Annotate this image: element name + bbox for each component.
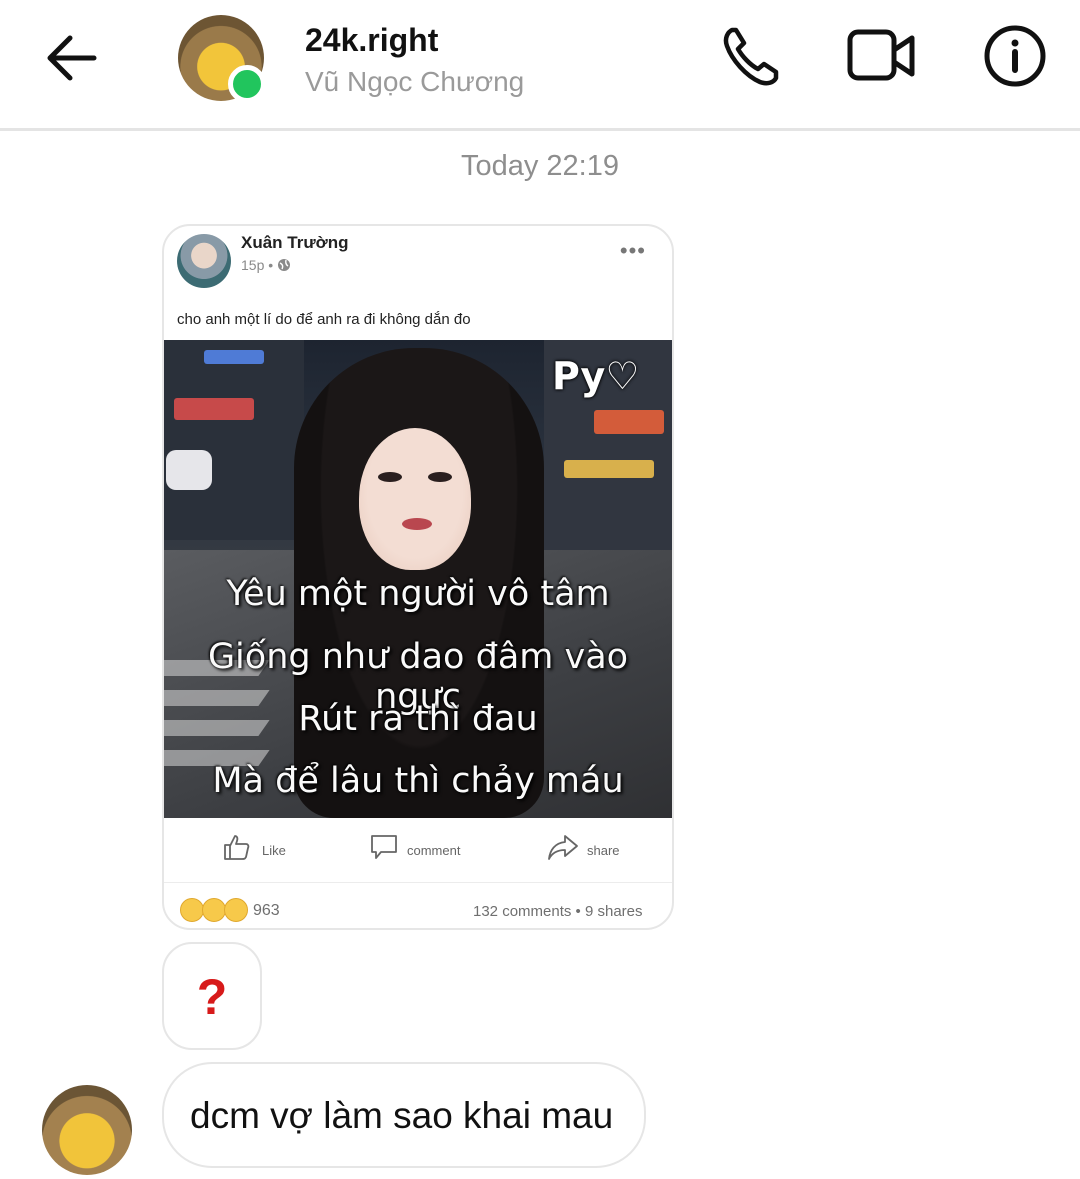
image-text-line: Rút ra thì đau (298, 699, 538, 739)
sad-reaction-icon (224, 898, 248, 922)
contact-full-name: Vũ Ngọc Chương (305, 66, 525, 97)
message-bubble[interactable]: dcm vợ làm sao khai mau (162, 1062, 646, 1168)
chat-header: 24k.right Vũ Ngọc Chương (0, 0, 1080, 131)
phone-icon (723, 27, 779, 86)
reaction-count[interactable]: 963 (253, 902, 280, 920)
share-arrow-icon (548, 835, 578, 860)
post-photo: Py♡ Yêu một người vô tâm Giống như dao đ… (164, 340, 672, 818)
portrait-face (359, 428, 471, 570)
post-stats: 963 132 comments • 9 shares (164, 896, 672, 926)
parked-car (166, 450, 212, 490)
laugh-reaction-icon (180, 898, 204, 922)
wow-reaction-icon (202, 898, 226, 922)
building (164, 340, 304, 540)
post-time-text: 15p (241, 257, 265, 273)
more-options-icon[interactable]: ••• (620, 238, 646, 264)
video-call-button[interactable] (846, 22, 918, 90)
back-button[interactable] (40, 30, 102, 86)
chat-timestamp: Today 22:19 (460, 150, 619, 182)
back-arrow-icon (47, 35, 97, 81)
share-label: share (587, 843, 620, 858)
portrait-eye (428, 472, 452, 482)
globe-icon (278, 259, 291, 271)
comments-shares-count[interactable]: 132 comments • 9 shares (473, 903, 643, 920)
message-bubble[interactable]: ? (162, 942, 262, 1050)
call-button[interactable] (718, 22, 790, 90)
sender-avatar[interactable] (42, 1085, 132, 1175)
info-icon (984, 25, 1046, 87)
portrait-eye (378, 472, 402, 482)
contact-avatar[interactable] (178, 15, 266, 103)
shop-sign (174, 398, 254, 420)
post-caption: cho anh một lí do để anh ra đi không dắn… (177, 311, 471, 328)
portrait-lips (402, 518, 432, 530)
post-time: 15p • (241, 257, 291, 273)
image-text-line: Yêu một người vô tâm (226, 574, 610, 614)
dot-separator: • (268, 257, 278, 273)
shop-sign (204, 350, 264, 364)
shop-sign (564, 460, 654, 478)
shop-sign (594, 410, 664, 434)
question-mark-message: ? (196, 969, 228, 1025)
post-actions: Like comment share (164, 818, 672, 883)
post-author: Xuân Trường (241, 233, 349, 252)
contact-username[interactable]: 24k.right (305, 22, 438, 59)
info-button[interactable] (982, 22, 1054, 90)
like-label: Like (262, 843, 286, 858)
video-camera-icon (847, 29, 915, 81)
comment-icon (371, 835, 397, 859)
comment-label: comment (407, 843, 461, 858)
shared-post-card[interactable]: Xuân Trường 15p • ••• cho anh một lí do … (162, 224, 674, 930)
post-author-avatar (177, 234, 231, 288)
message-text: dcm vợ làm sao khai mau (190, 1095, 614, 1136)
online-indicator (228, 65, 266, 103)
image-signature: Py♡ (552, 354, 640, 398)
thumbs-up-icon (224, 835, 250, 860)
image-text-line: Mà để lâu thì chảy máu (212, 761, 624, 801)
